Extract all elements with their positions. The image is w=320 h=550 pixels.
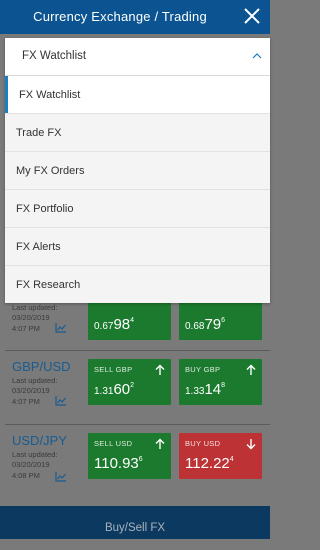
chart-icon[interactable] [55, 323, 67, 333]
menu-item-fx-alerts[interactable]: FX Alerts [5, 228, 270, 266]
chart-icon[interactable] [55, 472, 67, 482]
arrow-up-icon [155, 364, 165, 375]
menu-item-trade-fx[interactable]: Trade FX [5, 114, 270, 152]
menu-item-label: FX Portfolio [16, 203, 74, 215]
currency-pair[interactable]: USD/JPY [12, 433, 67, 448]
menu-item-fx-research[interactable]: FX Research [5, 266, 270, 303]
watchlist-row[interactable]: Last updated: 03/20/2019 4:07 PM 0.67984… [0, 294, 270, 364]
buy-label: BUY USD [185, 439, 221, 448]
sell-label: SELL USD [94, 439, 133, 448]
buy-tile[interactable]: BUY USD 112.224 [179, 433, 262, 479]
sell-label: SELL GBP [94, 365, 133, 374]
last-updated-date: 03/20/2019 [12, 313, 50, 322]
view-selector[interactable]: FX Watchlist [5, 38, 270, 76]
currency-pair[interactable]: GBP/USD [12, 359, 71, 374]
buy-price: 112.224 [185, 455, 234, 472]
buy-tile[interactable]: BUY GBP 1.33148 [179, 359, 262, 405]
last-updated-label: Last updated: [12, 303, 58, 312]
sell-price: 0.67984 [94, 316, 135, 333]
menu-item-label: FX Watchlist [19, 89, 81, 101]
chart-icon[interactable] [55, 396, 67, 406]
watchlist-row[interactable]: GBP/USD Last updated: 03/20/2019 4:07 PM… [0, 356, 270, 424]
last-updated-time: 4:07 PM [12, 397, 40, 406]
menu-item-label: My FX Orders [16, 165, 85, 177]
row-divider [5, 424, 270, 425]
page-title: Currency Exchange / Trading [33, 9, 207, 24]
menu-item-fx-watchlist[interactable]: FX Watchlist [5, 76, 270, 114]
sell-price: 110.936 [94, 455, 143, 472]
menu-item-label: FX Research [16, 279, 81, 291]
active-indicator [5, 76, 8, 113]
row-divider [5, 350, 270, 351]
arrow-up-icon [246, 364, 256, 375]
last-updated-label: Last updated: [12, 450, 58, 459]
last-updated-label: Last updated: [12, 376, 58, 385]
menu-item-label: Trade FX [16, 127, 62, 139]
chevron-up-icon [252, 53, 262, 59]
last-updated-time: 4:08 PM [12, 471, 40, 480]
buy-price: 1.33148 [185, 381, 226, 398]
arrow-down-icon [246, 439, 256, 450]
last-updated-date: 03/20/2019 [12, 460, 50, 469]
menu-item-fx-portfolio[interactable]: FX Portfolio [5, 190, 270, 228]
buy-label: BUY GBP [185, 365, 221, 374]
buy-sell-fx-button[interactable]: Buy/Sell FX [0, 506, 270, 539]
sell-tile[interactable]: SELL USD 110.936 [88, 433, 171, 479]
arrow-up-icon [155, 438, 165, 449]
app-header: Currency Exchange / Trading [0, 0, 270, 34]
buy-price: 0.68796 [185, 316, 226, 333]
menu-item-label: FX Alerts [16, 241, 61, 253]
sell-price: 1.31602 [94, 381, 135, 398]
last-updated-date: 03/20/2019 [12, 386, 50, 395]
view-selector-value: FX Watchlist [22, 50, 87, 62]
last-updated-time: 4:07 PM [12, 324, 40, 333]
close-icon[interactable] [242, 5, 262, 27]
sell-tile[interactable]: SELL GBP 1.31602 [88, 359, 171, 405]
watchlist-row[interactable]: USD/JPY Last updated: 03/20/2019 4:08 PM… [0, 430, 270, 498]
watchlist-menu: FX Watchlist FX Watchlist Trade FX My FX… [5, 38, 270, 303]
menu-item-my-fx-orders[interactable]: My FX Orders [5, 152, 270, 190]
